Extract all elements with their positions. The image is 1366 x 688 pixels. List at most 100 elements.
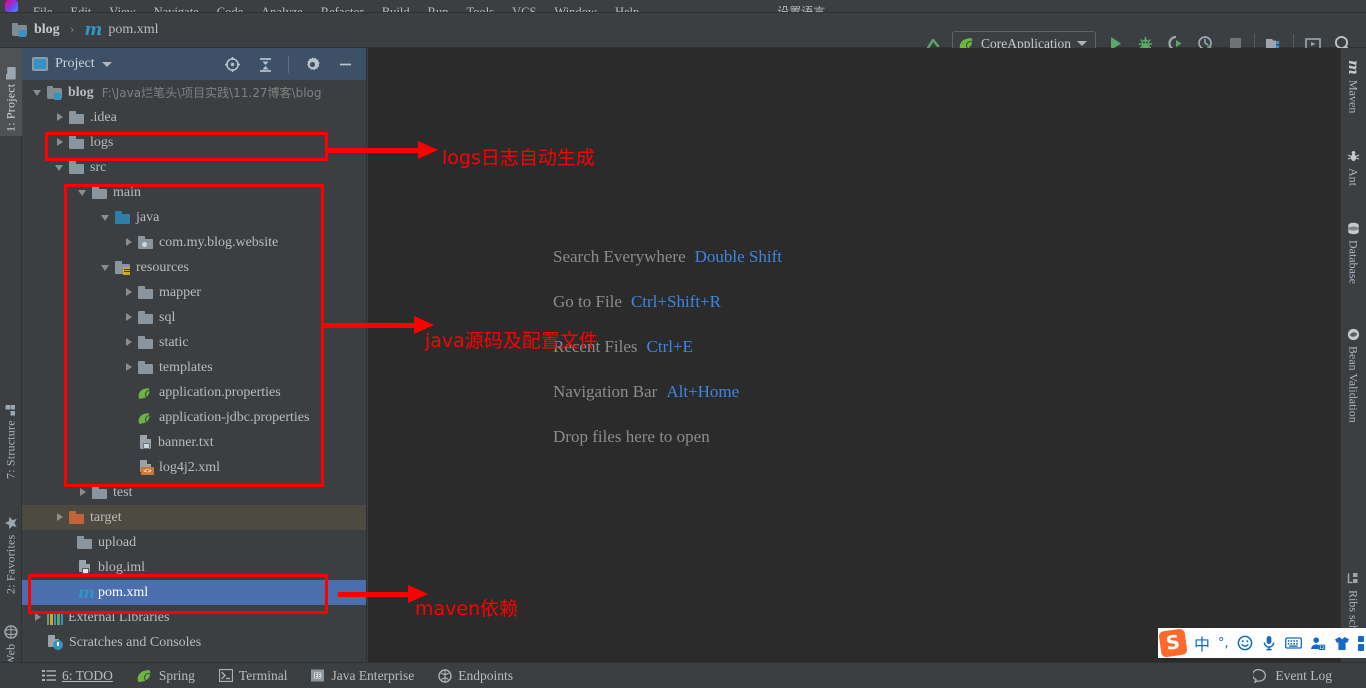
chevron-right-icon[interactable] [123, 311, 136, 324]
tree-row-idea[interactable]: .idea [22, 105, 366, 130]
tree-row-banner-txt[interactable]: banner.txt [22, 430, 366, 455]
chevron-right-icon[interactable] [77, 486, 90, 499]
tree-row-blog-iml[interactable]: blog.iml [22, 555, 366, 580]
tree-row-application-jdbc-properties[interactable]: application-jdbc.properties [22, 405, 366, 430]
folder-resources-icon [115, 261, 131, 275]
skin-shirt-icon[interactable] [1334, 636, 1350, 651]
breadcrumb-project[interactable]: blog [34, 22, 60, 38]
menu-navigate[interactable]: Navigate [145, 6, 208, 12]
tree-label: src [90, 159, 107, 175]
ime-toolbar[interactable]: S 中 °, 12 [1158, 628, 1366, 658]
sidebar-item-bean-validation[interactable]: Bean Validation [1340, 324, 1366, 459]
ime-chinese-mode-icon[interactable]: 中 [1194, 631, 1210, 655]
status-item-java-enterprise[interactable]: EE Java Enterprise [299, 668, 426, 684]
chevron-down-icon[interactable] [100, 261, 113, 274]
status-item-spring[interactable]: Spring [125, 668, 207, 684]
sidebar-item-web[interactable]: Web [0, 608, 22, 670]
tree-row-resources[interactable]: resources [22, 255, 366, 280]
folder-grey-icon [138, 336, 154, 350]
chevron-right-icon[interactable] [123, 361, 136, 374]
chevron-right-icon[interactable] [54, 136, 67, 149]
folder-grey-icon [92, 186, 108, 200]
breadcrumb-file[interactable]: pom.xml [108, 22, 158, 38]
menu-vcs[interactable]: VCS [503, 6, 545, 12]
chevron-down-icon[interactable] [1077, 41, 1087, 46]
apps-grid-icon[interactable] [1357, 635, 1366, 651]
tree-label: sql [159, 309, 176, 325]
menu-code[interactable]: Code [208, 6, 252, 12]
menu-analyze[interactable]: Analyze [252, 6, 312, 12]
tree-row-mapper[interactable]: mapper [22, 280, 366, 305]
tree-row-src[interactable]: src [22, 155, 366, 180]
tree-row-java[interactable]: java [22, 205, 366, 230]
status-item-event-log[interactable]: Event Log [1253, 668, 1366, 684]
folder-grey-icon [92, 486, 108, 500]
tree-row-scratches[interactable]: Scratches and Consoles [22, 630, 366, 655]
tree-row-external-libraries[interactable]: External Libraries [22, 605, 366, 630]
tree-row-test[interactable]: test [22, 480, 366, 505]
chevron-right-icon[interactable] [54, 111, 67, 124]
tree-label: static [159, 334, 189, 350]
chevron-down-icon[interactable] [32, 86, 45, 99]
folder-grey-icon [138, 361, 154, 375]
chevron-down-icon[interactable] [100, 211, 113, 224]
sidebar-item-database[interactable]: Database [1340, 218, 1366, 310]
menu-tools[interactable]: Tools [457, 6, 503, 12]
tree-row-pom-xml[interactable]: m pom.xml [22, 580, 366, 605]
status-item-todo[interactable]: 6: TODO [30, 668, 125, 684]
tree-row-sql[interactable]: sql [22, 305, 366, 330]
tree-row-main[interactable]: main [22, 180, 366, 205]
tree-row-package[interactable]: com.my.blog.website [22, 230, 366, 255]
sidebar-item-maven[interactable]: m Maven [1340, 56, 1366, 132]
smiley-icon[interactable] [1237, 635, 1253, 651]
menu-edit[interactable]: Edit [61, 6, 100, 12]
collapse-all-button[interactable] [252, 51, 278, 77]
tree-label: Scratches and Consoles [69, 634, 202, 650]
tree-row-log4j2-xml[interactable]: <> log4j2.xml [22, 455, 366, 480]
status-item-endpoints[interactable]: Endpoints [426, 668, 525, 684]
menu-view[interactable]: View [100, 6, 144, 12]
sidebar-item-favorites-label: 2: Favorites [3, 534, 18, 594]
tip-row: Search Everywhere Double Shift [553, 234, 1173, 279]
settings-button[interactable] [299, 51, 325, 77]
module-folder-icon [12, 23, 28, 37]
chevron-down-icon[interactable] [77, 186, 90, 199]
chevron-right-icon[interactable] [123, 286, 136, 299]
sidebar-item-structure[interactable]: 7: Structure [0, 378, 22, 483]
tree-row-application-properties[interactable]: application.properties [22, 380, 366, 405]
chevron-right-icon[interactable] [123, 236, 136, 249]
editor-area[interactable]: Search Everywhere Double Shift Go to Fil… [368, 48, 1340, 662]
menu-refactor[interactable]: Refactor [312, 6, 373, 12]
menu-window[interactable]: Window [545, 6, 606, 12]
sogou-logo-icon[interactable]: S [1158, 628, 1188, 658]
chevron-right-icon[interactable] [32, 611, 45, 624]
tip-name: Navigation Bar [553, 381, 658, 401]
tree-row-static[interactable]: static [22, 330, 366, 355]
tree-label: .idea [90, 109, 117, 125]
chevron-down-icon[interactable] [54, 161, 67, 174]
keyboard-icon[interactable] [1284, 636, 1302, 650]
sidebar-item-ant[interactable]: Ant [1340, 146, 1366, 204]
tree-row-upload[interactable]: upload [22, 530, 366, 555]
status-item-terminal[interactable]: Terminal [207, 668, 300, 684]
chevron-right-icon[interactable] [123, 336, 136, 349]
project-tree[interactable]: blog F:\Java烂笔头\项目实践\11.27博客\blog .idea … [22, 80, 366, 662]
libraries-icon [47, 611, 63, 625]
tree-row-blog[interactable]: blog F:\Java烂笔头\项目实践\11.27博客\blog [22, 80, 366, 105]
tree-row-logs[interactable]: logs [22, 130, 366, 155]
sidebar-item-project[interactable]: 1: Project [0, 48, 22, 136]
menu-help[interactable]: Help [606, 6, 648, 12]
tree-row-target[interactable]: target [22, 505, 366, 530]
user-switch-icon[interactable]: 12 [1310, 636, 1326, 651]
chevron-down-icon[interactable] [101, 61, 112, 67]
menu-file[interactable]: File [24, 6, 61, 12]
ime-punctuation-icon[interactable]: °, [1218, 636, 1229, 651]
sidebar-item-favorites[interactable]: 2: Favorites [0, 493, 22, 598]
tree-row-templates[interactable]: templates [22, 355, 366, 380]
chevron-right-icon[interactable] [54, 511, 67, 524]
minimize-button[interactable] [332, 51, 358, 77]
menu-build[interactable]: Build [373, 6, 419, 12]
select-opened-file-button[interactable] [219, 51, 245, 77]
microphone-icon[interactable] [1261, 635, 1277, 651]
menu-run[interactable]: Run [419, 6, 458, 12]
